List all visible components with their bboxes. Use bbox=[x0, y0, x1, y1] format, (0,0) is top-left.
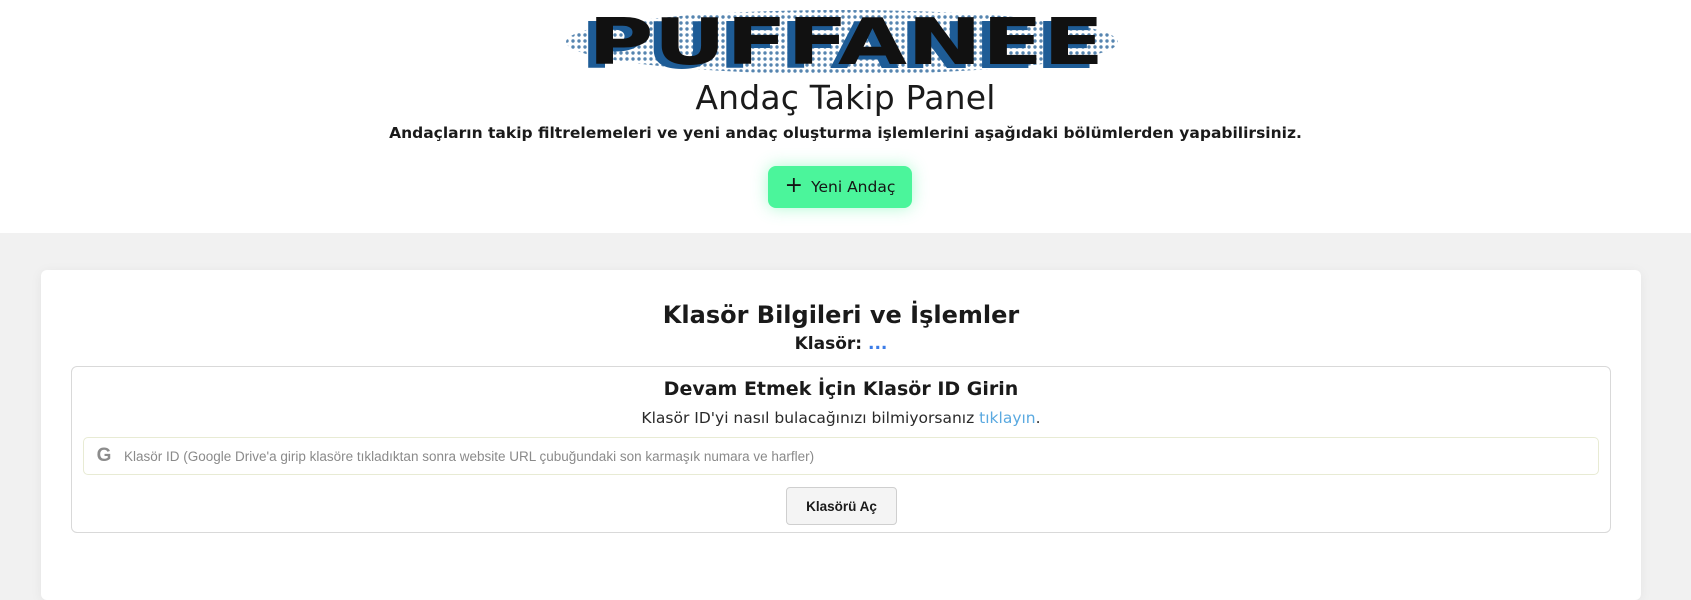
page-title: Andaç Takip Panel bbox=[695, 78, 996, 117]
folder-card: Klasör Bilgileri ve İşlemler Klasör: ...… bbox=[41, 270, 1641, 600]
folder-id-help: Klasör ID'yi nasıl bulacağınızı bilmiyor… bbox=[72, 409, 1610, 427]
folder-id-help-text: Klasör ID'yi nasıl bulacağınızı bilmiyor… bbox=[641, 409, 975, 427]
plus-icon: + bbox=[784, 172, 804, 198]
folder-id-input[interactable] bbox=[124, 438, 1598, 474]
puffanee-logo: PUFFANEE PUFFANEE bbox=[564, 8, 1120, 76]
new-andac-button-label: Yeni Andaç bbox=[811, 178, 896, 196]
folder-value: ... bbox=[868, 334, 888, 354]
google-icon: G bbox=[96, 445, 112, 466]
logo-graphic: PUFFANEE PUFFANEE bbox=[566, 8, 1118, 76]
folder-label: Klasör: bbox=[794, 334, 863, 354]
new-andac-button[interactable]: + Yeni Andaç bbox=[768, 166, 912, 208]
page-subtitle: Andaçların takip filtrelemeleri ve yeni … bbox=[389, 124, 1302, 142]
folder-card-title: Klasör Bilgileri ve İşlemler bbox=[662, 301, 1020, 329]
folder-info: Klasör: ... bbox=[41, 334, 1641, 354]
open-folder-button[interactable]: Klasörü Aç bbox=[786, 487, 897, 525]
folder-id-input-wrapper: G bbox=[83, 437, 1599, 475]
folder-id-panel: Devam Etmek İçin Klasör ID Girin Klasör … bbox=[71, 366, 1611, 533]
page-header: PUFFANEE PUFFANEE Andaç Takip Panel Anda… bbox=[0, 0, 1691, 233]
logo-text: PUFFANEE bbox=[588, 8, 1104, 76]
folder-id-help-suffix: . bbox=[1035, 409, 1041, 427]
folder-id-help-link[interactable]: tıklayın bbox=[979, 409, 1035, 427]
folder-id-title: Devam Etmek İçin Klasör ID Girin bbox=[663, 378, 1019, 400]
